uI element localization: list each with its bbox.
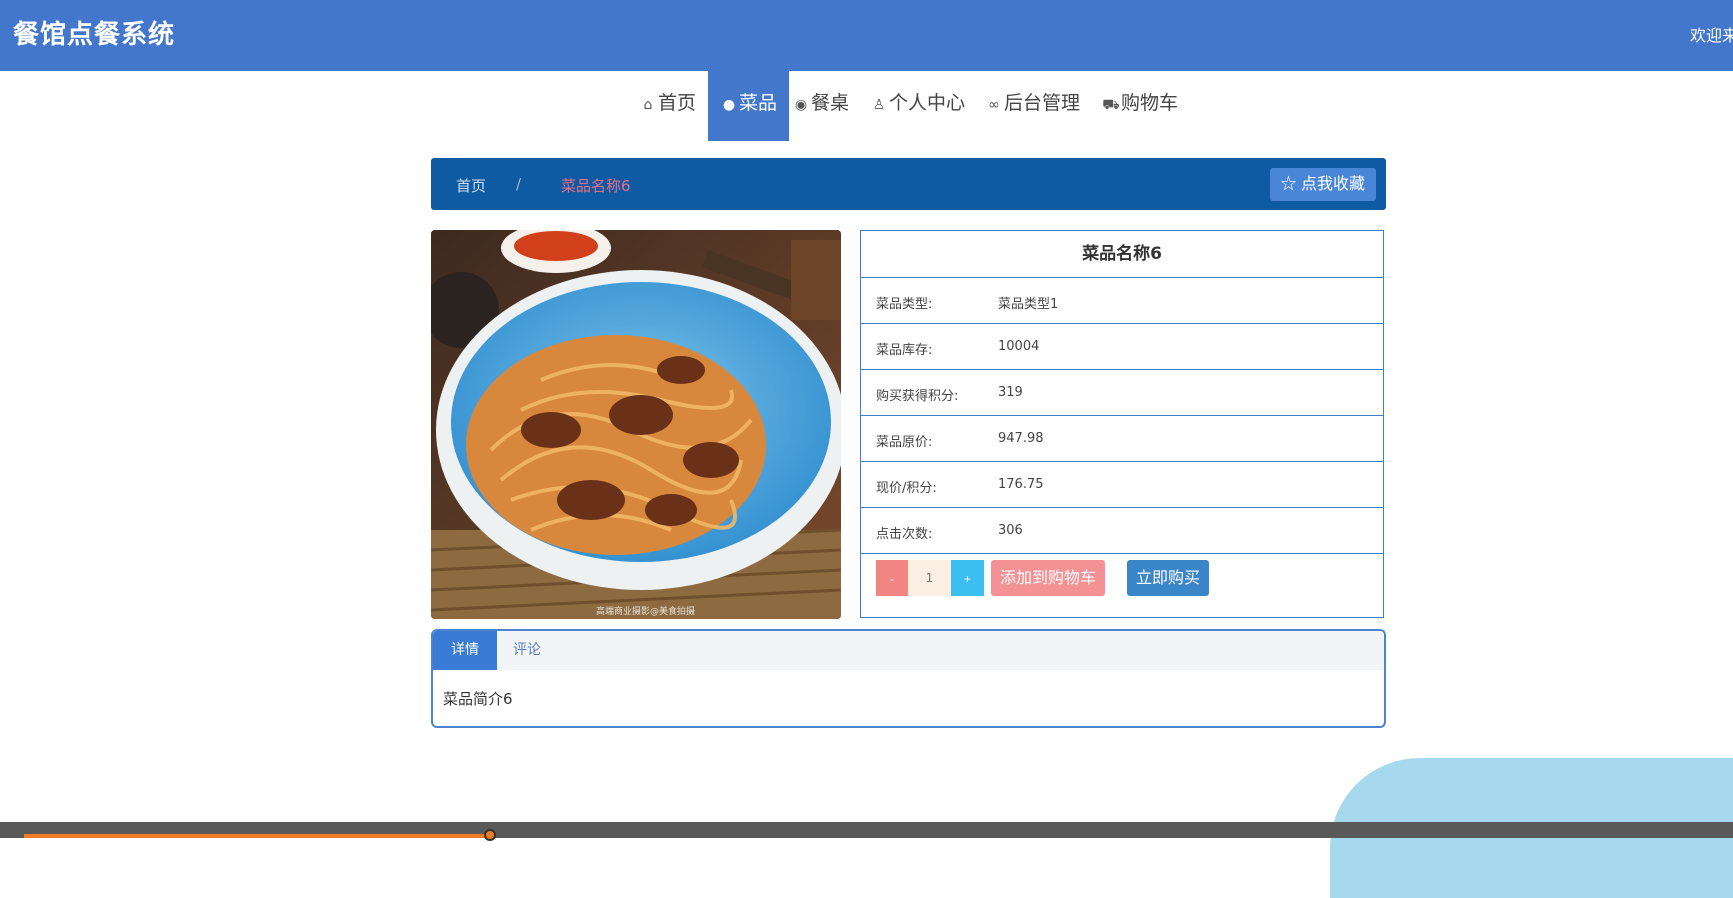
nav-label: 餐桌 (811, 92, 850, 114)
nav-item-home[interactable]: ⌂ 首页 (639, 71, 696, 141)
photo-watermark: 高端商业摄影@美食拍摄 (596, 605, 695, 617)
info-row: 菜品原价: 947.98 (861, 416, 1383, 462)
info-row: 现价/积分: 176.75 (861, 462, 1383, 508)
welcome-text: 欢迎来 (1690, 26, 1733, 45)
quantity-input[interactable]: 1 (908, 560, 951, 596)
info-row: 菜品库存: 10004 (861, 324, 1383, 370)
field-label: 点击次数: (876, 527, 933, 542)
field-label: 菜品类型: (876, 297, 933, 312)
detail-tabs: 详情 评论 菜品简介6 (431, 629, 1386, 728)
cart-icon: ⛟ (1102, 97, 1120, 113)
dish-description: 菜品简介6 (443, 690, 513, 708)
product-info-panel: 菜品名称6 菜品类型: 菜品类型1 菜品库存: 10004 购买获得积分: 31… (860, 230, 1384, 618)
field-label: 菜品库存: (876, 343, 933, 358)
field-value: 10004 (998, 339, 1040, 354)
nav-label: 购物车 (1121, 92, 1179, 114)
dish-photo: 高端商业摄影@美食拍摄 (431, 230, 841, 619)
field-value: 947.98 (998, 431, 1044, 446)
tab-comments[interactable]: 评论 (495, 631, 559, 670)
field-label: 购买获得积分: (876, 389, 959, 404)
quantity-decrease-button[interactable]: - (876, 560, 908, 596)
progress-fill (24, 834, 492, 838)
home-icon: ⌂ (643, 97, 653, 113)
video-progress-bar[interactable] (0, 822, 1733, 841)
buy-now-button[interactable]: 立即购买 (1127, 560, 1209, 596)
field-value: 306 (998, 523, 1023, 538)
info-row: 菜品类型: 菜品类型1 (861, 278, 1383, 324)
progress-knob[interactable] (484, 829, 496, 841)
breadcrumb-home[interactable]: 首页 (456, 175, 486, 196)
breadcrumb: 首页 / 菜品名称6 ☆ 点我收藏 (431, 158, 1386, 210)
field-value: 菜品类型1 (998, 297, 1059, 312)
main-nav: ⌂ 首页 ● 菜品 ◉ 餐桌 ♙ 个人中心 ∞ 后台管理 ⛟购物车 (0, 71, 1733, 141)
tab-bar: 详情 评论 (433, 631, 1384, 670)
nav-item-dishes[interactable]: ● 菜品 (708, 71, 790, 141)
field-value: 319 (998, 385, 1023, 400)
field-label: 菜品原价: (876, 435, 933, 450)
food-icon: ● (722, 97, 736, 113)
info-row: 点击次数: 306 (861, 508, 1383, 554)
product-name: 菜品名称6 (861, 231, 1383, 278)
app-title: 餐馆点餐系统 (13, 20, 176, 50)
nav-label: 菜品 (739, 92, 778, 114)
favorite-button[interactable]: ☆ 点我收藏 (1269, 168, 1376, 201)
table-icon: ◉ (794, 97, 808, 113)
quantity-increase-button[interactable]: + (951, 560, 984, 596)
top-bar: 餐馆点餐系统 欢迎来 (0, 0, 1733, 71)
info-row: 购买获得积分: 319 (861, 370, 1383, 416)
link-icon: ∞ (988, 97, 1000, 113)
field-label: 现价/积分: (876, 481, 937, 496)
nav-label: 后台管理 (1004, 92, 1081, 114)
purchase-actions: - 1 + 添加到购物车 立即购买 (876, 560, 1376, 596)
tab-details[interactable]: 详情 (433, 631, 497, 670)
nav-item-profile[interactable]: ♙ 个人中心 (870, 71, 965, 141)
field-value: 176.75 (998, 477, 1044, 492)
breadcrumb-separator: / (516, 175, 522, 193)
noodle-dish-image: 高端商业摄影@美食拍摄 (431, 230, 841, 619)
user-icon: ♙ (872, 97, 886, 113)
nav-item-admin[interactable]: ∞ 后台管理 (985, 71, 1080, 141)
nav-label: 首页 (658, 92, 697, 114)
nav-item-cart[interactable]: ⛟购物车 (1102, 71, 1178, 141)
breadcrumb-current: 菜品名称6 (561, 177, 631, 195)
nav-label: 个人中心 (889, 92, 966, 114)
add-to-cart-button[interactable]: 添加到购物车 (991, 560, 1105, 596)
nav-item-tables[interactable]: ◉ 餐桌 (792, 71, 849, 141)
